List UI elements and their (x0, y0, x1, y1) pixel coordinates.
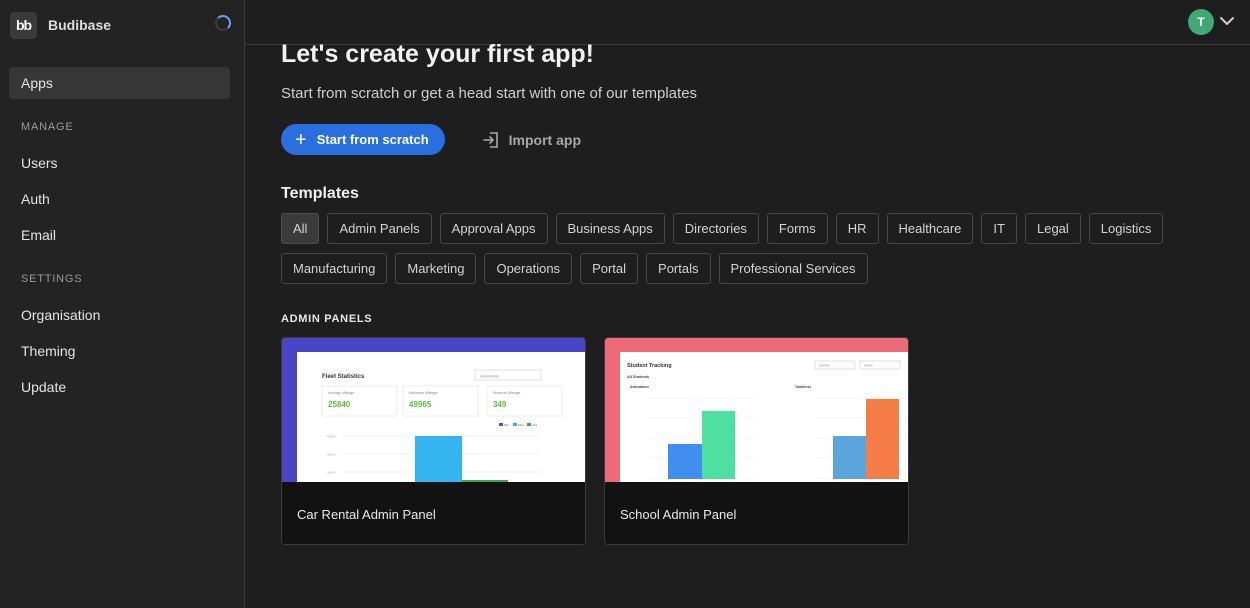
section-label-manage: MANAGE (21, 121, 74, 133)
page-title: Let's create your first app! (281, 40, 594, 68)
chip-approval-apps[interactable]: Approval Apps (439, 213, 548, 244)
legend-item: Min (504, 423, 509, 427)
content-area: Let's create your first app! Start from … (281, 40, 1230, 545)
card-thumbnail: Student Tracking All Students Gender Gra… (605, 338, 908, 482)
brand[interactable]: bb Budibase (0, 0, 244, 50)
chip-all[interactable]: All (281, 213, 320, 244)
tick-label: 50000 (327, 453, 336, 457)
chip-business-apps[interactable]: Business Apps (555, 213, 665, 244)
app-root: bb Budibase Apps MANAGE Users Auth Email… (0, 0, 1250, 608)
stat-value: 25840 (328, 400, 351, 409)
chip-portal[interactable]: Portal (580, 253, 639, 284)
chip-healthcare[interactable]: Healthcare (886, 213, 974, 244)
sidebar-item-update[interactable]: Update (9, 371, 230, 403)
sidebar-item-auth[interactable]: Auth (9, 183, 230, 215)
start-from-scratch-button[interactable]: + Start from scratch (281, 124, 445, 155)
legend-item: Avg (532, 423, 537, 427)
chip-professional-services[interactable]: Professional Services (718, 253, 868, 284)
preview-bar (702, 411, 735, 479)
action-row: + Start from scratch Import app (281, 124, 1230, 155)
start-button-label: Start from scratch (316, 132, 429, 147)
preview-bar (833, 436, 866, 479)
preview-bar (668, 444, 702, 479)
card-thumbnail: Fleet Statistics Availability Average Mi… (282, 338, 585, 482)
stat-label: Average Mileage (328, 391, 354, 395)
stat-label: Minimum Mileage (493, 391, 520, 395)
section-admin-panels-label: ADMIN PANELS (281, 313, 373, 325)
sidebar: bb Budibase Apps MANAGE Users Auth Email… (0, 0, 245, 608)
template-card-car-rental[interactable]: Fleet Statistics Availability Average Mi… (281, 337, 586, 545)
thumbnail-screenshot: Student Tracking All Students Gender Gra… (620, 352, 908, 482)
sidebar-item-theming[interactable]: Theming (9, 335, 230, 367)
chevron-down-icon[interactable] (1219, 13, 1235, 29)
import-button-label: Import app (508, 131, 582, 148)
preview-chart-label: Tardiness (795, 385, 811, 389)
main-content: T Let's create your first app! Start fro… (245, 0, 1250, 608)
tick-label: 40000 (327, 471, 336, 475)
chip-operations[interactable]: Operations (484, 253, 573, 284)
sidebar-item-label: Auth (21, 191, 50, 207)
loading-spinner-icon (215, 15, 231, 31)
sidebar-item-apps[interactable]: Apps (9, 67, 230, 99)
chip-manufacturing[interactable]: Manufacturing (281, 253, 388, 284)
chip-hr[interactable]: HR (835, 213, 879, 244)
category-chips: All Admin Panels Approval Apps Business … (281, 213, 1181, 293)
sidebar-item-label: Email (21, 227, 57, 243)
budibase-logo-icon: bb (10, 11, 37, 39)
import-app-button[interactable]: Import app (481, 130, 581, 150)
stat-value: 349 (493, 400, 507, 409)
page-subtitle: Start from scratch or get a head start w… (281, 85, 698, 102)
tick-label: 60000 (327, 435, 336, 439)
section-label-settings: SETTINGS (21, 273, 83, 285)
sidebar-item-label: Update (21, 379, 67, 395)
stat-label: Maximum Mileage (409, 391, 437, 395)
preview-heading: Fleet Statistics (322, 374, 365, 380)
preview-chart-label: Attendance (630, 385, 649, 389)
preview-filter: Gender (819, 364, 831, 368)
plus-icon: + (295, 128, 307, 151)
thumbnail-screenshot: Fleet Statistics Availability Average Mi… (297, 352, 585, 482)
legend-item: Max (518, 423, 524, 427)
card-title: School Admin Panel (605, 482, 908, 544)
school-preview-image: Student Tracking All Students Gender Gra… (627, 360, 908, 479)
template-cards: Fleet Statistics Availability Average Mi… (281, 337, 1230, 545)
sidebar-nav: Apps MANAGE Users Auth Email SETTINGS Or… (0, 50, 244, 403)
preview-heading: Student Tracking (627, 363, 672, 369)
templates-heading: Templates (281, 185, 359, 202)
user-avatar[interactable]: T (1188, 9, 1214, 35)
sidebar-item-label: Apps (21, 75, 53, 91)
template-card-school[interactable]: Student Tracking All Students Gender Gra… (604, 337, 909, 545)
chip-portals[interactable]: Portals (646, 253, 711, 284)
sidebar-item-email[interactable]: Email (9, 219, 230, 251)
sidebar-item-users[interactable]: Users (9, 147, 230, 179)
import-icon (482, 131, 498, 148)
chip-logistics[interactable]: Logistics (1088, 213, 1164, 244)
chip-directories[interactable]: Directories (672, 213, 759, 244)
preview-bar (415, 436, 462, 482)
card-title: Car Rental Admin Panel (282, 482, 585, 544)
preview-bar (866, 399, 899, 479)
preview-bar (462, 480, 508, 482)
chip-marketing[interactable]: Marketing (395, 253, 477, 284)
preview-dropdown: Availability (480, 374, 499, 379)
sidebar-item-label: Theming (21, 343, 76, 359)
chip-legal[interactable]: Legal (1024, 213, 1081, 244)
sidebar-item-label: Users (21, 155, 58, 171)
sidebar-item-organisation[interactable]: Organisation (9, 299, 230, 331)
top-bar: T (245, 0, 1250, 45)
preview-filter: Grade (864, 364, 873, 368)
chip-admin-panels[interactable]: Admin Panels (327, 213, 432, 244)
preview-subheading: All Students (627, 375, 649, 379)
chip-forms[interactable]: Forms (766, 213, 828, 244)
chip-it[interactable]: IT (981, 213, 1017, 244)
stat-value: 49965 (409, 400, 432, 409)
brand-name: Budibase (48, 17, 112, 33)
fleet-preview-image: Fleet Statistics Availability Average Mi… (321, 369, 563, 482)
sidebar-item-label: Organisation (21, 307, 101, 323)
